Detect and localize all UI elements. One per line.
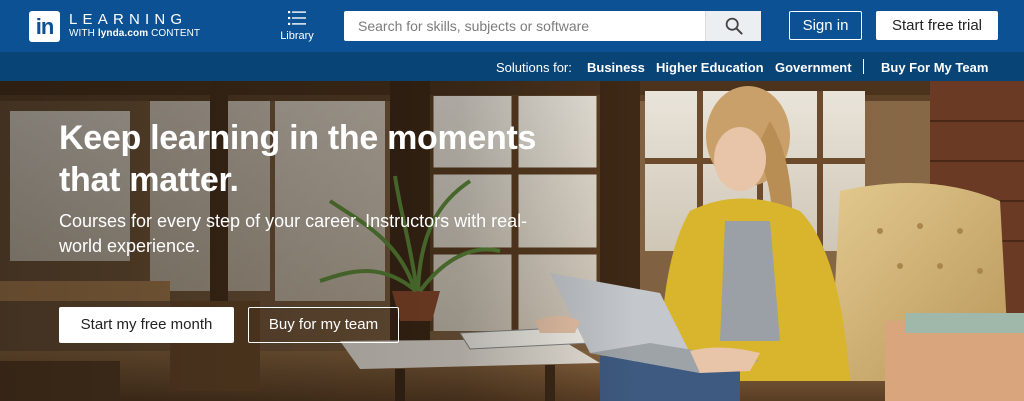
logo-subtitle-post: CONTENT [151,28,201,39]
library-list-icon [288,11,306,25]
linkedin-logo-icon: in [29,10,60,42]
search-input[interactable] [344,11,705,41]
solutions-divider [863,59,864,74]
library-button[interactable]: Library [274,10,320,44]
logo-subtitle: WITH lynda.com CONTENT [69,28,200,40]
solutions-link-higher-education[interactable]: Higher Education [656,60,764,75]
logo-subtitle-pre: WITH [69,28,95,39]
buy-for-my-team-button[interactable]: Buy for my team [248,307,399,343]
top-header: in LEARNING WITH lynda.com CONTENT Libra… [0,0,1024,52]
search-bar [344,11,761,41]
solutions-link-government[interactable]: Government [775,60,852,75]
buy-for-my-team-link[interactable]: Buy For My Team [881,60,988,75]
sign-in-button[interactable]: Sign in [789,11,862,40]
linkedin-learning-logo[interactable]: in LEARNING WITH lynda.com CONTENT [29,10,200,42]
hero-subheadline-line1: Courses for every step of your career. I… [59,211,528,231]
hero-headline-line1: Keep learning in the moments [59,119,537,157]
solutions-bar: Solutions for: Business Higher Education… [0,52,1024,81]
search-icon [725,17,743,35]
hero-subheadline: Courses for every step of your career. I… [59,209,529,259]
solutions-label: Solutions for: [496,60,572,75]
logo-title: LEARNING [69,11,188,28]
solutions-link-business[interactable]: Business [587,60,645,75]
search-button[interactable] [705,11,761,41]
start-my-free-month-button[interactable]: Start my free month [59,307,234,343]
hero-banner: Keep learning in the moments that matter… [0,81,1024,401]
library-label: Library [280,30,314,42]
logo-subtitle-brand: lynda.com [97,28,149,39]
logo-wordmark: LEARNING WITH lynda.com CONTENT [69,12,200,40]
hero-headline-line2: that matter. [59,161,239,199]
hero-headline: Keep learning in the moments that matter… [59,117,559,201]
start-free-trial-button[interactable]: Start free trial [876,11,998,40]
hero-subheadline-line2: world experience. [59,236,201,256]
